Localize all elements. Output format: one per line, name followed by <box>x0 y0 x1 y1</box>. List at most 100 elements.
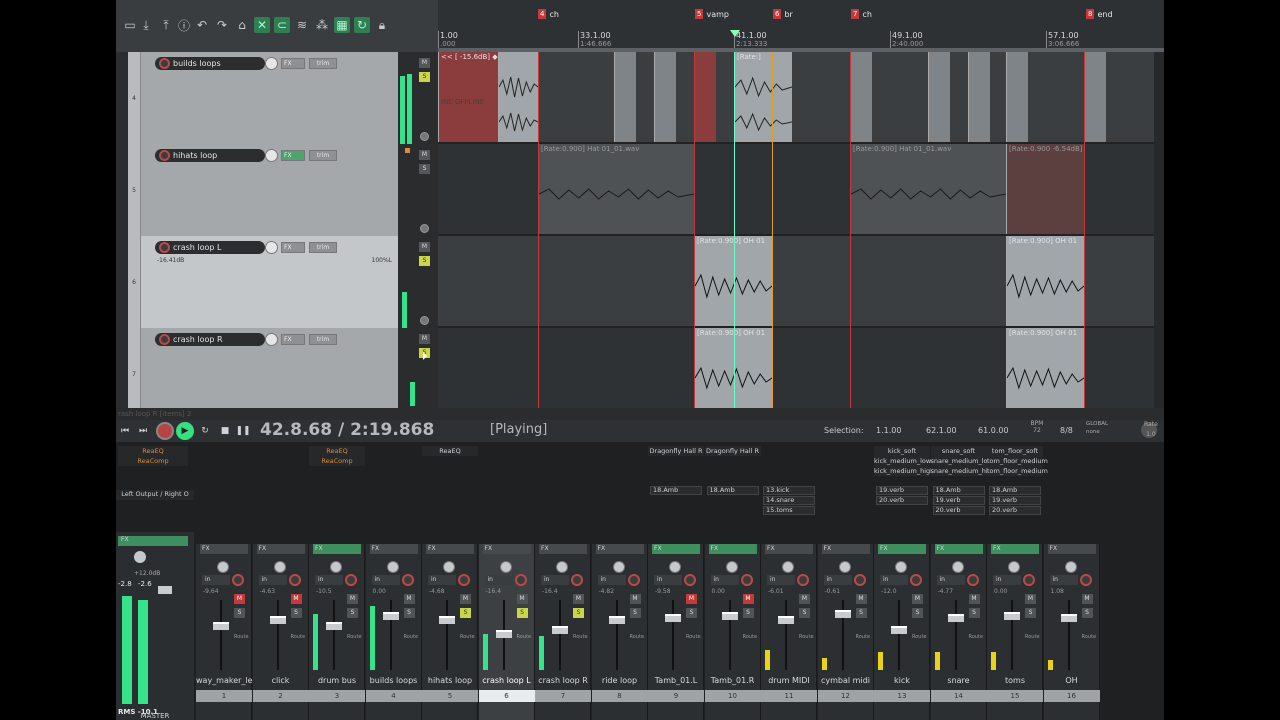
phase-icon[interactable] <box>420 224 429 233</box>
strip-fx-button[interactable]: FX <box>369 544 418 554</box>
strip-fx-chain[interactable]: kick_soft kick_medium_low kick_medium_high <box>874 446 934 476</box>
solo-button[interactable]: S <box>912 608 923 618</box>
record-arm-button[interactable] <box>571 574 583 586</box>
trim-button[interactable]: trim <box>309 334 337 345</box>
volume-fader[interactable] <box>495 630 512 638</box>
send-slot[interactable]: 15.toms <box>763 506 815 515</box>
solo-button[interactable]: S <box>855 608 867 618</box>
pan-knob[interactable] <box>895 561 907 573</box>
mute-button[interactable]: M <box>799 594 810 604</box>
strip-fx-button[interactable]: FX <box>426 544 474 554</box>
media-item[interactable]: [Rate:0.900] Hat 01_01.wav <box>850 144 1006 234</box>
send-slot[interactable]: 19.verb <box>932 496 985 505</box>
pan-knob[interactable] <box>612 561 625 573</box>
media-item[interactable] <box>1006 52 1028 142</box>
input-button[interactable]: in <box>428 575 456 585</box>
route-button[interactable]: Route <box>743 634 758 640</box>
solo-button[interactable]: S <box>460 608 471 618</box>
pan-knob[interactable] <box>217 561 229 573</box>
phase-icon[interactable] <box>420 132 429 141</box>
route-button[interactable]: Route <box>630 634 645 640</box>
input-button[interactable]: in <box>654 575 682 585</box>
strip-fx-button[interactable]: FX <box>313 544 361 554</box>
record-arm-button[interactable] <box>159 242 170 253</box>
fx-button[interactable]: FX <box>281 242 305 253</box>
strip-fx-button[interactable]: FX <box>256 544 305 554</box>
record-arm-button[interactable] <box>159 150 170 161</box>
media-item[interactable] <box>968 52 990 142</box>
strip-fx-button[interactable]: FX <box>878 544 926 554</box>
undo-icon[interactable]: ↶ <box>194 17 210 33</box>
track-name[interactable]: builds loops <box>155 57 265 70</box>
media-item[interactable] <box>694 52 716 142</box>
mute-button[interactable]: M <box>419 150 430 160</box>
record-arm-button[interactable] <box>159 58 170 69</box>
strip-fx-chain[interactable]: Dragonfly Hall R <box>648 446 704 456</box>
send-slot[interactable]: 18.Amb <box>650 486 702 495</box>
solo-button[interactable]: S <box>419 164 430 174</box>
record-arm-button[interactable] <box>458 574 470 586</box>
mute-button[interactable]: M <box>1081 594 1093 604</box>
route-button[interactable]: Route <box>517 634 532 640</box>
solo-button[interactable]: S <box>290 608 302 618</box>
solo-button[interactable]: S <box>968 608 980 618</box>
export-icon[interactable]: ⤒ <box>158 17 174 33</box>
metronome-icon[interactable]: ⌂ <box>234 17 250 33</box>
track-7-panel[interactable]: 7 crash loop R FX trim <box>128 328 398 420</box>
volume-fader[interactable] <box>608 616 625 624</box>
fx-button[interactable]: FX <box>281 58 305 69</box>
master-fader[interactable] <box>158 586 172 594</box>
solo-button[interactable]: S <box>403 608 415 618</box>
new-project-icon[interactable]: ▭ <box>122 17 138 33</box>
strip-fx-button[interactable]: FX <box>991 544 1039 554</box>
pan-knob[interactable] <box>499 561 512 573</box>
save-icon[interactable]: ⤓ <box>138 17 154 33</box>
strip-fx-button[interactable]: FX <box>934 544 983 554</box>
record-arm-button[interactable] <box>288 574 301 586</box>
loop-icon[interactable]: ↻ <box>354 17 370 33</box>
volume-fader[interactable] <box>947 614 964 622</box>
strip-fx-chain[interactable]: ReaEQ <box>422 446 478 456</box>
trim-button[interactable]: trim <box>309 58 337 69</box>
volume-fader[interactable] <box>721 612 738 620</box>
input-button[interactable]: in <box>202 575 230 585</box>
trim-button[interactable]: trim <box>309 242 337 253</box>
pan-knob[interactable] <box>443 561 455 573</box>
strip-fx-chain[interactable]: ReaEQ ReaComp <box>309 446 365 466</box>
volume-knob[interactable] <box>265 57 278 70</box>
volume-fader[interactable] <box>552 626 568 634</box>
send-slot[interactable]: 19.verb <box>989 496 1041 505</box>
record-arm-button[interactable] <box>1023 574 1035 586</box>
volume-fader[interactable] <box>1060 614 1077 622</box>
pan-knob[interactable] <box>951 561 964 573</box>
record-arm-button[interactable] <box>232 574 244 586</box>
volume-fader[interactable] <box>665 614 681 622</box>
pan-knob[interactable] <box>386 561 399 573</box>
pause-icon[interactable]: ❚❚ <box>235 424 250 438</box>
pan-knob[interactable] <box>669 561 681 573</box>
route-button[interactable]: Route <box>799 634 814 640</box>
record-button[interactable] <box>156 422 174 440</box>
media-item[interactable] <box>850 52 872 142</box>
input-button[interactable]: in <box>710 575 739 585</box>
route-button[interactable]: Route <box>686 634 701 640</box>
send-slot[interactable]: 18.Amb <box>706 486 759 495</box>
route-button[interactable]: Route <box>291 634 306 640</box>
mute-button[interactable]: M <box>629 594 641 604</box>
pan-knob[interactable] <box>556 561 568 573</box>
grid-icon[interactable]: ▦ <box>334 17 350 33</box>
time-signature[interactable]: 8/8 <box>1060 426 1073 435</box>
record-arm-button[interactable] <box>684 574 696 586</box>
solo-button[interactable]: S <box>419 72 430 82</box>
strip-fx-chain[interactable]: snare_soft snare_medium_low snare_medium_h… <box>930 446 996 476</box>
global-automation[interactable]: GLOBAL none <box>1086 420 1108 436</box>
media-item[interactable] <box>498 52 538 142</box>
strip-fx-button[interactable]: FX <box>765 544 813 554</box>
selection-end[interactable]: 62.1.00 <box>926 426 957 435</box>
track-name[interactable]: crash loop R <box>155 333 265 346</box>
input-button[interactable]: in <box>936 575 965 585</box>
marker-4[interactable]: 4 ch <box>538 9 559 19</box>
mute-button[interactable]: M <box>403 594 415 604</box>
solo-button[interactable]: S <box>1081 608 1093 618</box>
send-slot[interactable]: 18.Amb <box>989 486 1041 495</box>
